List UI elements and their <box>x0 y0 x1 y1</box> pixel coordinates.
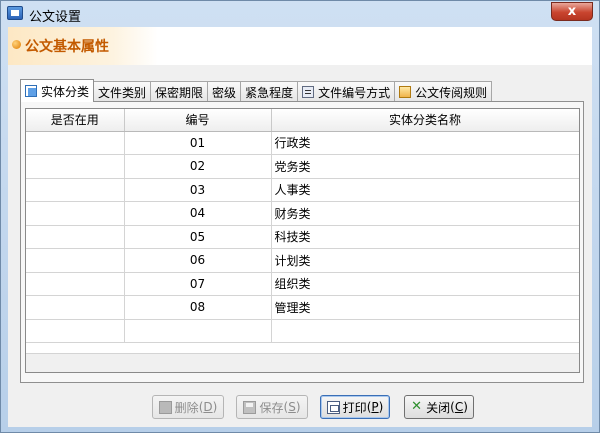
cell-in-use[interactable] <box>26 154 125 179</box>
app-window: 公文设置 x 公文基本属性 实体分类 文件类别 保密期限 密级 紧急程度 文件编… <box>0 0 600 433</box>
grid-empty-area <box>26 353 579 372</box>
tab-urgency[interactable]: 紧急程度 <box>240 81 299 102</box>
save-shortcut: S <box>288 400 296 414</box>
cell-in-use[interactable] <box>26 178 125 202</box>
tab-label: 文件编号方式 <box>318 85 391 100</box>
table-row[interactable]: 04 财务类 <box>26 201 579 226</box>
tab-panel: 是否在用 编号 实体分类名称 01 行政类 02 党务类 03 人事类 04 财… <box>20 101 584 383</box>
delete-shortcut: D <box>203 400 213 414</box>
tab-circulation-rules[interactable]: 公文传阅规则 <box>394 81 493 102</box>
app-icon <box>7 6 23 20</box>
close-icon: ✕ <box>411 398 423 414</box>
cell-code[interactable]: 05 <box>124 225 272 249</box>
tab-label: 公文传阅规则 <box>415 85 488 100</box>
cell-in-use[interactable] <box>26 319 125 343</box>
table-row[interactable]: 07 组织类 <box>26 272 579 296</box>
window-title: 公文设置 <box>29 10 82 25</box>
entity-icon <box>25 85 37 97</box>
table-row-empty[interactable] <box>26 319 579 343</box>
client-area: 公文基本属性 实体分类 文件类别 保密期限 密级 紧急程度 文件编号方式 公文传… <box>8 27 592 427</box>
section-header: 公文基本属性 <box>8 27 592 65</box>
table-row[interactable]: 03 人事类 <box>26 178 579 202</box>
delete-icon <box>158 400 172 414</box>
window-close-button[interactable]: x <box>551 2 593 21</box>
column-header-name[interactable]: 实体分类名称 <box>271 109 579 132</box>
tab-label: 保密期限 <box>155 85 204 100</box>
cell-in-use[interactable] <box>26 225 125 249</box>
table-row[interactable]: 06 计划类 <box>26 248 579 273</box>
tab-security-level[interactable]: 密级 <box>207 81 242 102</box>
cell-in-use[interactable] <box>26 272 125 296</box>
cell-code[interactable] <box>124 319 272 343</box>
cell-code[interactable]: 07 <box>124 272 272 296</box>
cell-name[interactable]: 组织类 <box>271 272 579 296</box>
cell-name[interactable]: 行政类 <box>271 131 579 155</box>
cell-name[interactable]: 科技类 <box>271 225 579 249</box>
title-bar[interactable]: 公文设置 x <box>1 1 599 27</box>
tab-label: 实体分类 <box>41 84 90 99</box>
cell-code[interactable]: 02 <box>124 154 272 179</box>
cell-code[interactable]: 01 <box>124 131 272 155</box>
entity-category-grid[interactable]: 是否在用 编号 实体分类名称 01 行政类 02 党务类 03 人事类 04 财… <box>25 108 580 373</box>
tab-strip: 实体分类 文件类别 保密期限 密级 紧急程度 文件编号方式 公文传阅规则 <box>20 79 493 102</box>
bullet-icon <box>12 40 21 49</box>
cell-name[interactable]: 人事类 <box>271 178 579 202</box>
cell-in-use[interactable] <box>26 295 125 320</box>
cell-name[interactable] <box>271 319 579 343</box>
cell-in-use[interactable] <box>26 201 125 226</box>
close-button[interactable]: ✕ 关闭(C) <box>404 395 474 419</box>
table-row[interactable]: 02 党务类 <box>26 154 579 179</box>
delete-label: 删除 <box>174 400 199 415</box>
cell-name[interactable]: 计划类 <box>271 248 579 273</box>
cell-code[interactable]: 08 <box>124 295 272 320</box>
data-table: 是否在用 编号 实体分类名称 01 行政类 02 党务类 03 人事类 04 财… <box>26 109 579 343</box>
delete-button[interactable]: 删除(D) <box>152 395 224 419</box>
table-row[interactable]: 08 管理类 <box>26 295 579 320</box>
close-label: 关闭 <box>426 400 451 415</box>
save-button[interactable]: 保存(S) <box>236 395 308 419</box>
tab-retention-period[interactable]: 保密期限 <box>150 81 209 102</box>
print-icon <box>326 400 340 414</box>
save-icon <box>243 400 257 414</box>
tab-entity-category[interactable]: 实体分类 <box>20 79 95 102</box>
cell-name[interactable]: 财务类 <box>271 201 579 226</box>
cell-name[interactable]: 党务类 <box>271 154 579 179</box>
cell-name[interactable]: 管理类 <box>271 295 579 320</box>
numbering-icon <box>302 86 315 98</box>
cell-code[interactable]: 06 <box>124 248 272 273</box>
column-header-in-use[interactable]: 是否在用 <box>26 109 125 132</box>
cell-in-use[interactable] <box>26 248 125 273</box>
tab-file-numbering[interactable]: 文件编号方式 <box>297 81 396 102</box>
cell-code[interactable]: 03 <box>124 178 272 202</box>
table-row[interactable]: 05 科技类 <box>26 225 579 249</box>
circulate-icon <box>399 86 412 98</box>
close-shortcut: C <box>454 400 464 414</box>
tab-label: 紧急程度 <box>245 85 294 100</box>
header-row: 是否在用 编号 实体分类名称 <box>26 109 579 132</box>
save-label: 保存 <box>259 400 284 415</box>
section-title: 公文基本属性 <box>25 39 109 55</box>
tab-file-category[interactable]: 文件类别 <box>93 81 152 102</box>
cell-in-use[interactable] <box>26 131 125 155</box>
print-label: 打印 <box>342 400 367 415</box>
column-header-code[interactable]: 编号 <box>124 109 272 132</box>
tab-label: 文件类别 <box>98 85 147 100</box>
print-shortcut: P <box>371 400 379 414</box>
cell-code[interactable]: 04 <box>124 201 272 226</box>
tab-label: 密级 <box>212 85 237 100</box>
print-button[interactable]: 打印(P) <box>320 395 390 419</box>
table-row[interactable]: 01 行政类 <box>26 131 579 155</box>
